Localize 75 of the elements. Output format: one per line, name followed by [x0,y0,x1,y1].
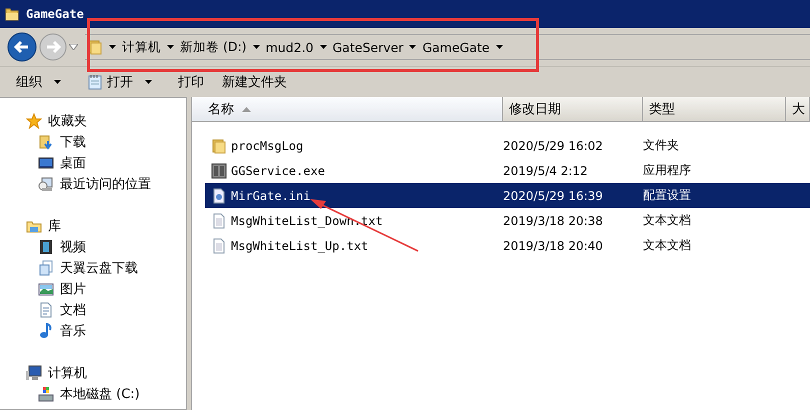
toolbar-button[interactable]: 组织 [10,71,48,93]
text-file-icon [211,212,227,228]
folder-icon [87,38,103,56]
breadcrumb-item[interactable]: GameGate [422,40,490,54]
caret-icon[interactable] [145,80,152,84]
nav-item[interactable]: 桌面 [0,152,186,173]
back-button[interactable] [7,32,37,62]
nav-group-heading[interactable]: 库 [48,216,61,234]
file-row[interactable]: procMsgLog 2020/5/29 16:02 文件夹 [205,133,810,158]
caret-icon[interactable] [54,80,61,84]
music-note-icon [38,322,54,338]
nav-item[interactable]: 下载 [0,131,186,152]
file-type: 配置设置 [643,187,692,204]
file-row[interactable]: GGService.exe 2019/5/4 2:12 应用程序 [205,158,810,183]
toolbar-button[interactable]: 新建文件夹 [216,71,293,93]
breadcrumb-item[interactable]: mud2.0 [266,40,314,54]
document-icon [38,302,54,318]
file-row[interactable]: MsgWhiteList_Up.txt 2019/3/18 20:40 文本文档 [205,233,810,258]
file-name: MirGate.ini [231,188,310,202]
nav-item[interactable]: 最近访问的位置 [0,173,186,194]
nav-item[interactable]: 图片 [0,278,186,299]
column-header[interactable]: 名称 [192,97,503,121]
breadcrumb-item[interactable]: 新加卷 (D:) [180,38,247,56]
hard-drive-icon [38,386,54,402]
film-icon [38,238,54,254]
file-type: 文本文档 [643,237,692,254]
breadcrumb-item[interactable]: 计算机 [122,38,161,56]
file-name: MsgWhiteList_Up.txt [231,238,368,252]
nav-item[interactable]: 文档 [0,299,186,320]
modified-date: 2020/5/29 16:39 [503,188,604,202]
computer-clock-icon [38,176,54,192]
application-icon [211,162,227,178]
folder-download-icon [38,134,54,150]
computer-icon [26,364,42,380]
caret-icon[interactable] [320,45,326,49]
history-caret-icon[interactable] [69,44,78,50]
picture-icon [38,280,54,296]
address-bar[interactable]: 计算机 新加卷 (D:) mud2.0 GateServer GameGate [85,34,810,60]
window-title: GameGate [26,7,84,21]
file-type: 文件夹 [643,137,680,154]
monitor-icon [38,154,54,170]
nav-group-heading[interactable]: 计算机 [48,364,87,382]
caret-icon[interactable] [409,45,416,49]
file-type: 文本文档 [643,212,692,229]
modified-date: 2019/5/4 2:12 [503,164,589,178]
file-name: procMsgLog [231,138,304,152]
notepad-icon [87,74,103,90]
sort-arrow-icon [242,106,251,112]
modified-date: 2020/5/29 16:02 [503,138,604,152]
folder-icon [4,6,20,22]
document-stack-icon [38,260,54,276]
file-type: 应用程序 [643,162,692,179]
column-header[interactable]: 修改日期 [503,97,643,121]
file-row[interactable]: MirGate.ini 2020/5/29 16:39 配置设置 [205,183,810,208]
column-header[interactable]: 大 [786,97,810,121]
nav-item[interactable]: 视频 [0,236,186,257]
modified-date: 2019/3/18 20:38 [503,214,604,228]
breadcrumb-item[interactable]: GateServer [332,40,404,54]
toolbar-button[interactable]: 打印 [172,71,210,93]
text-file-icon [211,238,227,254]
caret-icon[interactable] [109,45,116,49]
column-header[interactable]: 类型 [643,97,786,121]
settings-file-icon [211,188,227,204]
file-name: GGService.exe [231,164,325,178]
caret-icon[interactable] [167,45,174,49]
toolbar-button[interactable]: 打开 [81,71,139,93]
folder-icon [211,138,227,154]
nav-item[interactable]: 天翼云盘下载 [0,257,186,278]
caret-icon[interactable] [496,45,503,49]
nav-group-heading[interactable]: 收藏夹 [48,112,87,130]
star-icon [26,112,42,128]
nav-item[interactable]: 本地磁盘 (C:) [0,383,186,404]
modified-date: 2019/3/18 20:40 [503,238,604,252]
caret-icon[interactable] [252,45,260,49]
nav-item[interactable]: 音乐 [0,320,186,341]
